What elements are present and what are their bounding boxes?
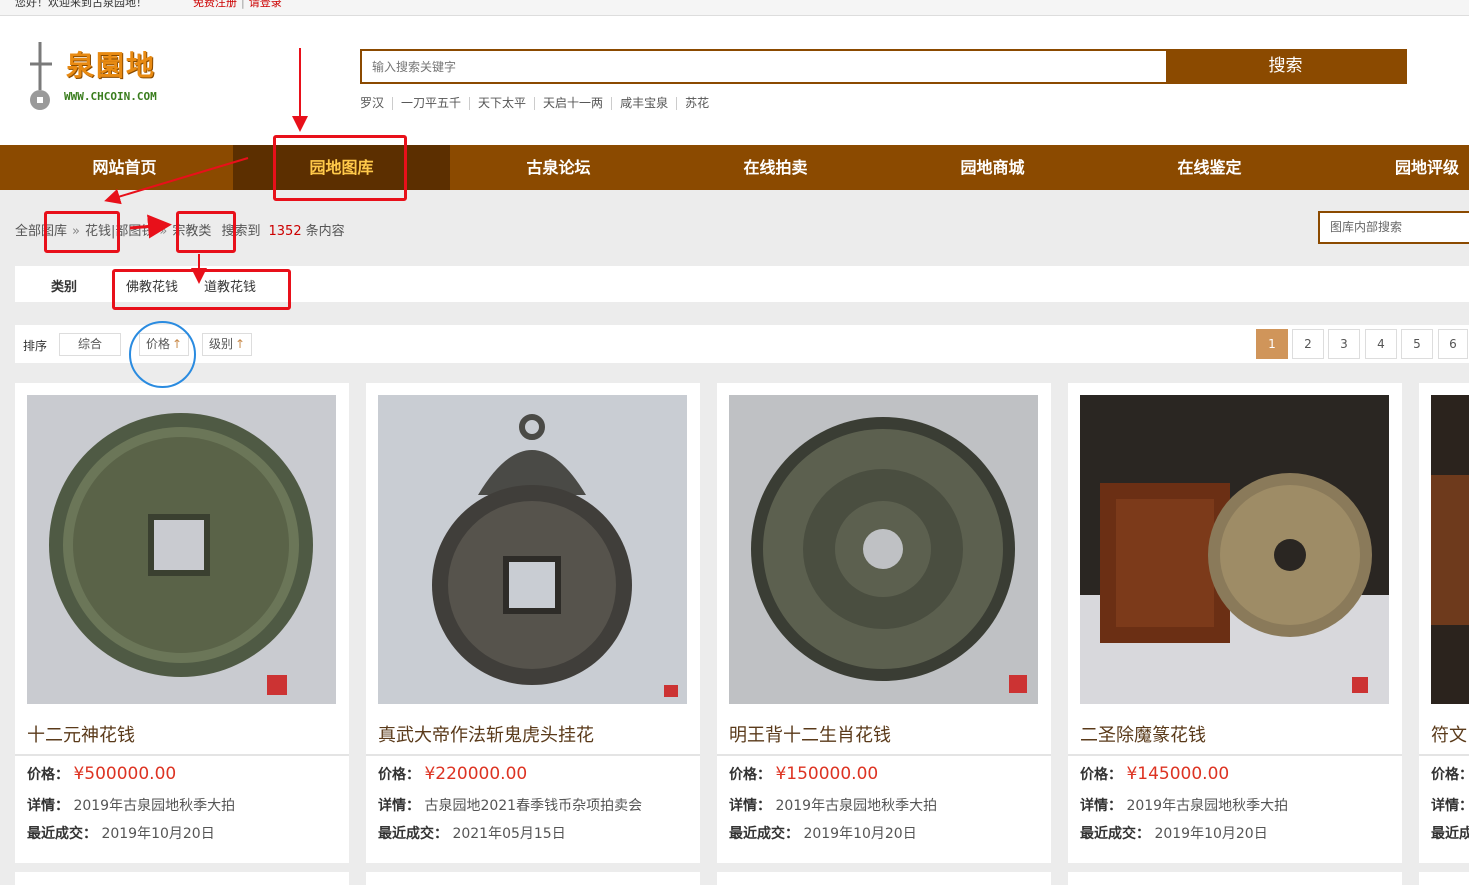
annotation-box-nav [273, 135, 407, 201]
product-image[interactable] [729, 395, 1038, 704]
annotation-circle-price-sort [129, 321, 196, 388]
main-search: 搜索 [360, 49, 1407, 84]
page-button[interactable]: 1 [1256, 329, 1288, 359]
page-button[interactable]: 3 [1328, 329, 1360, 359]
product-price-row: 价格： [1431, 767, 1469, 783]
product-card[interactable]: 明王背十二生肖花钱 价格： ¥150000.00 详情： 2019年古泉园地秋季… [717, 383, 1051, 863]
top-welcome-bar: 您好！欢迎来到古泉园地！ 免费注册 | 请登录 [0, 0, 1469, 16]
product-detail-row: 详情： 2019年古泉园地秋季大拍 [1080, 798, 1289, 814]
product-card[interactable]: 真武大帝作法斩鬼虎头挂花 价格： ¥220000.00 详情： 古泉园地2021… [366, 383, 700, 863]
gallery-search-input[interactable]: 图库内部搜索 [1318, 211, 1469, 244]
logo-brand-text: 泉園地 [66, 49, 157, 82]
sort-default-button[interactable]: 综合 [59, 333, 121, 356]
sort-up-arrow-icon: ↑ [234, 337, 246, 351]
register-link[interactable]: 免费注册 [193, 0, 237, 9]
product-title[interactable]: 真武大帝作法斩鬼虎头挂花 [378, 721, 594, 747]
product-price: ¥500000.00 [73, 764, 177, 784]
product-detail-row: 详情： [1431, 798, 1469, 814]
logo-url-text: WWW.CHCOIN.COM [64, 90, 157, 103]
product-detail-row: 详情： 2019年古泉园地秋季大拍 [729, 798, 938, 814]
sort-grade-button[interactable]: 级别 ↑ [202, 333, 252, 356]
product-card[interactable]: 二圣除魔篆花钱 价格： ¥145000.00 详情： 2019年古泉园地秋季大拍… [1068, 383, 1402, 863]
hot-keyword[interactable]: 天下太平 [469, 97, 534, 110]
annotation-box-crumb2 [176, 211, 236, 253]
sort-bar: 排序 综合 价格 ↑ 级别 ↑ 1 2 3 4 5 6 [15, 325, 1469, 363]
coin-sword-logo-icon [30, 42, 52, 110]
nav-item-grading[interactable]: 园地评级 [1318, 145, 1469, 190]
product-title[interactable]: 符文 [1431, 721, 1467, 747]
product-deal-row: 最近成交： 2021年05月15日 [378, 826, 566, 842]
product-card-next [1068, 872, 1402, 885]
product-deal-row: 最近成交： 2019年10月20日 [729, 826, 917, 842]
page-button[interactable]: 6 [1438, 329, 1468, 359]
login-link[interactable]: 请登录 [249, 0, 282, 9]
product-title[interactable]: 十二元神花钱 [27, 721, 135, 747]
product-card[interactable]: 十二元神花钱 价格： ¥500000.00 详情： 2019年古泉园地秋季大拍 … [15, 383, 349, 863]
sort-label: 排序 [23, 339, 48, 353]
hot-keywords: 罗汉 一刀平五千 天下太平 天启十一两 咸丰宝泉 苏花 [360, 96, 717, 110]
account-links: 免费注册 | 请登录 [193, 0, 282, 8]
product-title[interactable]: 明王背十二生肖花钱 [729, 721, 891, 747]
product-price: ¥150000.00 [775, 764, 879, 784]
result-count: 1352 [268, 224, 302, 239]
hot-keyword[interactable]: 天启十一两 [534, 97, 611, 110]
product-title[interactable]: 二圣除魔篆花钱 [1080, 721, 1206, 747]
hot-keyword[interactable]: 罗汉 [360, 97, 392, 110]
product-image[interactable] [378, 395, 687, 704]
site-header: 泉園地 WWW.CHCOIN.COM 搜索 罗汉一刀平五千天下太平天启十一两咸丰… [0, 16, 1469, 145]
product-price: ¥220000.00 [424, 764, 528, 784]
product-image[interactable] [1080, 395, 1389, 704]
product-card-next [1419, 872, 1469, 885]
search-button[interactable]: 搜索 [1166, 51, 1405, 82]
nav-item-forum[interactable]: 古泉论坛 [450, 145, 667, 190]
hot-keyword[interactable]: 咸丰宝泉 [611, 97, 676, 110]
product-card-next [15, 872, 349, 885]
product-card-next [366, 872, 700, 885]
product-image[interactable] [27, 395, 336, 704]
product-price-row: 价格： ¥220000.00 [378, 764, 528, 784]
product-detail-row: 详情： 古泉园地2021春季钱币杂项拍卖会 [378, 798, 643, 814]
product-deal-row: 最近成 [1431, 826, 1469, 842]
product-deal-row: 最近成交： 2019年10月20日 [1080, 826, 1268, 842]
page-button[interactable]: 5 [1401, 329, 1433, 359]
site-logo[interactable]: 泉園地 WWW.CHCOIN.COM [26, 42, 186, 112]
product-card[interactable]: 符文 价格： 详情： 最近成 [1419, 383, 1469, 863]
annotation-box-category [112, 269, 291, 310]
welcome-text: 您好！欢迎来到古泉园地！ [15, 0, 147, 9]
product-price-row: 价格： ¥150000.00 [729, 764, 879, 784]
hot-keyword[interactable]: 一刀平五千 [392, 97, 469, 110]
product-price-row: 价格： ¥500000.00 [27, 764, 177, 784]
hot-keyword[interactable]: 苏花 [676, 97, 717, 110]
product-card-next [717, 872, 1051, 885]
nav-item-appraisal[interactable]: 在线鉴定 [1101, 145, 1318, 190]
nav-item-home[interactable]: 网站首页 [16, 145, 233, 190]
product-price-row: 价格： ¥145000.00 [1080, 764, 1230, 784]
page-button[interactable]: 4 [1365, 329, 1397, 359]
product-price: ¥145000.00 [1126, 764, 1230, 784]
main-nav: 网站首页 园地图库 古泉论坛 在线拍卖 园地商城 在线鉴定 园地评级 [0, 145, 1469, 190]
product-image[interactable] [1431, 395, 1469, 704]
category-label: 类别 [51, 280, 78, 295]
page-button[interactable]: 2 [1292, 329, 1324, 359]
result-suffix: 条内容 [305, 224, 345, 239]
product-deal-row: 最近成交： 2019年10月20日 [27, 826, 215, 842]
nav-item-shop[interactable]: 园地商城 [884, 145, 1101, 190]
search-input[interactable] [362, 51, 1168, 82]
annotation-box-crumb1 [44, 211, 120, 253]
product-detail-row: 详情： 2019年古泉园地秋季大拍 [27, 798, 236, 814]
nav-item-auction[interactable]: 在线拍卖 [667, 145, 884, 190]
